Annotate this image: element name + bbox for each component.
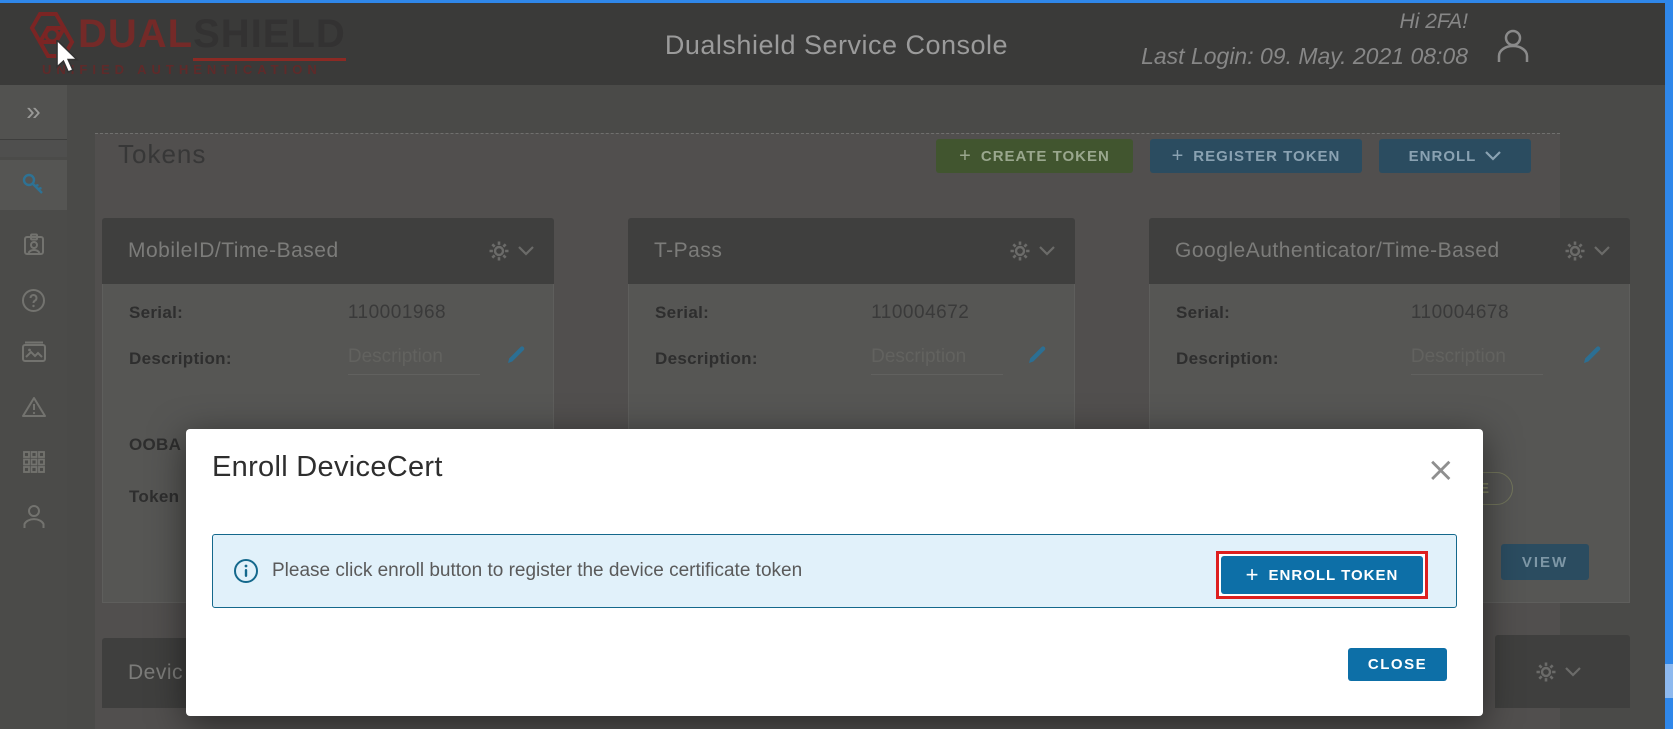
help-icon	[21, 288, 46, 313]
user-greeting: Hi 2FA!	[1141, 10, 1468, 34]
sidebar-item-identity[interactable]	[0, 220, 67, 270]
description-row: Description:	[1176, 346, 1603, 372]
enroll-token-label: ENROLL TOKEN	[1269, 567, 1399, 584]
grid-icon	[22, 450, 46, 474]
close-button[interactable]: CLOSE	[1348, 648, 1447, 681]
create-token-label: CREATE TOKEN	[981, 148, 1110, 165]
card-title: Devic	[128, 661, 183, 685]
ooba-label: OOBA	[129, 435, 181, 455]
description-label: Description:	[129, 349, 232, 369]
sidebar: »	[0, 85, 67, 729]
info-alert: Please click enroll button to register t…	[212, 534, 1457, 608]
sidebar-item-help[interactable]	[0, 275, 67, 325]
serial-row: Serial: 110004672	[655, 300, 1048, 326]
chevron-down-icon[interactable]	[1039, 246, 1055, 256]
gear-icon[interactable]	[1009, 240, 1031, 262]
image-icon	[21, 339, 47, 365]
serial-label: Serial:	[129, 303, 183, 323]
view-button[interactable]: VIEW	[1501, 544, 1589, 580]
info-alert-text: Please click enroll button to register t…	[272, 560, 802, 582]
serial-value: 110004672	[871, 302, 969, 324]
sidebar-item-alerts[interactable]	[0, 382, 67, 432]
gear-icon[interactable]	[1564, 240, 1586, 262]
info-icon	[233, 558, 259, 584]
description-input[interactable]	[871, 344, 1003, 375]
register-token-button[interactable]: + REGISTER TOKEN	[1150, 139, 1362, 173]
user-info: Hi 2FA! Last Login: 09. May. 2021 08:08	[1141, 10, 1468, 70]
last-login-text: Last Login: 09. May. 2021 08:08	[1141, 43, 1468, 70]
description-label: Description:	[655, 349, 758, 369]
description-label: Description:	[1176, 349, 1279, 369]
enroll-devicecert-dialog: Enroll DeviceCert × Please click enroll …	[186, 429, 1483, 716]
serial-label: Serial:	[655, 303, 709, 323]
description-row: Description:	[655, 346, 1048, 372]
serial-row: Serial: 110001968	[129, 300, 527, 326]
card-header: MobileID/Time-Based	[102, 218, 554, 284]
chevron-down-icon[interactable]	[1565, 667, 1581, 677]
serial-value: 110004678	[1411, 302, 1509, 324]
enroll-menu-button[interactable]: ENROLL	[1379, 139, 1531, 173]
serial-label: Serial:	[1176, 303, 1230, 323]
close-icon[interactable]: ×	[1427, 453, 1456, 487]
sidebar-item-users[interactable]	[0, 492, 67, 542]
sidebar-item-tokens[interactable]	[0, 160, 67, 210]
warning-icon	[21, 395, 47, 419]
card-header: T-Pass	[628, 218, 1075, 284]
id-card-icon	[22, 233, 46, 257]
page-title: Tokens	[118, 139, 206, 170]
chevron-down-icon[interactable]	[1594, 246, 1610, 256]
description-row: Description:	[129, 346, 527, 372]
logo-tagline: UNIFIED AUTHENTICATION	[42, 62, 322, 77]
app-window: DUALSHIELD UNIFIED AUTHENTICATION Dualsh…	[0, 0, 1673, 729]
plus-icon: +	[1172, 145, 1185, 168]
sidebar-expand-button[interactable]: »	[0, 85, 67, 140]
enroll-token-button[interactable]: + ENROLL TOKEN	[1221, 556, 1423, 594]
card-title: MobileID/Time-Based	[128, 239, 488, 263]
key-icon	[21, 172, 47, 198]
sidebar-item-gallery[interactable]	[0, 327, 67, 377]
scrollbar-thumb[interactable]	[1665, 664, 1673, 698]
gear-icon[interactable]	[488, 240, 510, 262]
user-account-icon[interactable]	[1496, 28, 1530, 64]
chevron-down-icon	[1485, 151, 1501, 161]
sidebar-item-apps[interactable]	[0, 437, 67, 487]
plus-icon: +	[959, 145, 972, 168]
sidebar-divider	[0, 140, 67, 157]
card-header: GoogleAuthenticator/Time-Based	[1149, 218, 1630, 284]
card-title: T-Pass	[654, 239, 1009, 263]
gear-icon[interactable]	[1535, 661, 1557, 683]
scrollbar[interactable]	[1665, 0, 1673, 729]
expand-icon: »	[26, 96, 40, 126]
chevron-down-icon[interactable]	[518, 246, 534, 256]
dialog-title: Enroll DeviceCert	[212, 451, 443, 484]
register-token-label: REGISTER TOKEN	[1193, 148, 1340, 165]
edit-pencil-icon[interactable]	[1581, 344, 1603, 366]
app-header: DUALSHIELD UNIFIED AUTHENTICATION Dualsh…	[0, 0, 1673, 85]
person-icon	[22, 504, 46, 530]
token-card-header-partial	[1495, 635, 1630, 708]
edit-pencil-icon[interactable]	[1026, 344, 1048, 366]
create-token-button[interactable]: + CREATE TOKEN	[936, 139, 1133, 173]
serial-row: Serial: 110004678	[1176, 300, 1603, 326]
enroll-menu-label: ENROLL	[1409, 148, 1477, 165]
description-input[interactable]	[1411, 344, 1543, 375]
token-label: Token	[129, 487, 179, 507]
card-title: GoogleAuthenticator/Time-Based	[1175, 239, 1564, 263]
serial-value: 110001968	[348, 302, 446, 324]
edit-pencil-icon[interactable]	[505, 344, 527, 366]
highlight-annotation: + ENROLL TOKEN	[1216, 551, 1428, 599]
window-top-border	[0, 0, 1673, 3]
plus-icon: +	[1246, 562, 1260, 588]
description-input[interactable]	[348, 344, 480, 375]
